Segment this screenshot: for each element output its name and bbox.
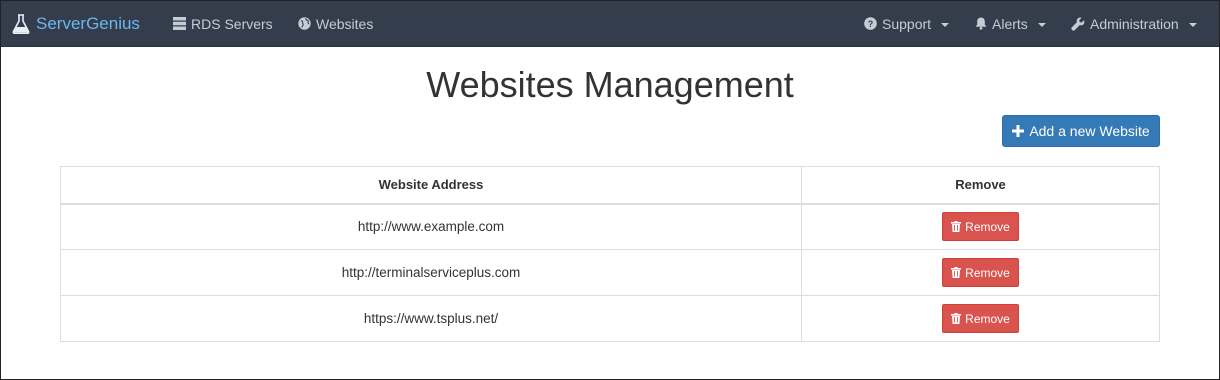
table-row: https://www.tsplus.net/ Remove bbox=[60, 295, 1160, 342]
page-title: Websites Management bbox=[426, 64, 794, 105]
remove-button[interactable]: Remove bbox=[942, 212, 1019, 242]
add-website-label: Add a new Website bbox=[1029, 123, 1150, 139]
remove-button[interactable]: Remove bbox=[942, 258, 1019, 287]
top-navbar: ServerGenius RDS Servers Websites ? Supp… bbox=[0, 0, 1220, 47]
brand-link[interactable]: ServerGenius bbox=[12, 0, 140, 47]
nav-websites[interactable]: Websites bbox=[298, 0, 373, 47]
add-website-button[interactable]: Add a new Website bbox=[1002, 115, 1160, 147]
plus-icon bbox=[1012, 125, 1025, 137]
nav-alerts-label: Alerts bbox=[992, 15, 1028, 32]
chevron-down-icon bbox=[1188, 22, 1197, 27]
trash-icon bbox=[951, 267, 962, 278]
nav-rds-servers[interactable]: RDS Servers bbox=[173, 0, 273, 47]
table-header-row: Website Address Remove bbox=[60, 166, 1160, 205]
brand-name: ServerGenius bbox=[36, 13, 140, 33]
trash-icon bbox=[951, 221, 962, 233]
websites-table: Website Address Remove http://www.exampl… bbox=[60, 166, 1160, 342]
nav-administration-label: Administration bbox=[1090, 15, 1179, 32]
remove-cell: Remove bbox=[801, 295, 1160, 342]
remove-label: Remove bbox=[965, 311, 1010, 326]
remove-cell: Remove bbox=[801, 203, 1160, 250]
website-address: http://www.example.com bbox=[60, 203, 802, 250]
nav-alerts-menu[interactable]: Alerts bbox=[975, 0, 1046, 47]
wrench-icon bbox=[1071, 17, 1085, 31]
chevron-down-icon bbox=[941, 22, 950, 27]
svg-text:?: ? bbox=[868, 19, 874, 29]
server-icon bbox=[173, 17, 186, 30]
remove-label: Remove bbox=[965, 219, 1010, 234]
table-row: http://www.example.com Remove bbox=[60, 203, 1160, 250]
nav-administration-menu[interactable]: Administration bbox=[1071, 0, 1197, 47]
trash-icon bbox=[951, 313, 962, 324]
flask-icon bbox=[12, 13, 30, 34]
remove-button[interactable]: Remove bbox=[942, 304, 1019, 333]
nav-rds-servers-label: RDS Servers bbox=[191, 15, 273, 32]
table-row: http://terminalserviceplus.com Remove bbox=[60, 249, 1160, 296]
remove-cell: Remove bbox=[801, 249, 1160, 296]
nav-support-label: Support bbox=[882, 15, 932, 32]
nav-support-menu[interactable]: ? Support bbox=[864, 0, 950, 47]
remove-label: Remove bbox=[965, 265, 1010, 280]
website-address: http://terminalserviceplus.com bbox=[60, 249, 802, 296]
column-header-address: Website Address bbox=[60, 166, 802, 205]
chevron-down-icon bbox=[1037, 22, 1046, 27]
website-address: https://www.tsplus.net/ bbox=[60, 295, 802, 342]
question-circle-icon: ? bbox=[864, 17, 877, 30]
globe-icon bbox=[298, 17, 311, 30]
nav-websites-label: Websites bbox=[316, 15, 374, 32]
bell-icon bbox=[975, 17, 987, 30]
column-header-remove: Remove bbox=[801, 166, 1160, 205]
